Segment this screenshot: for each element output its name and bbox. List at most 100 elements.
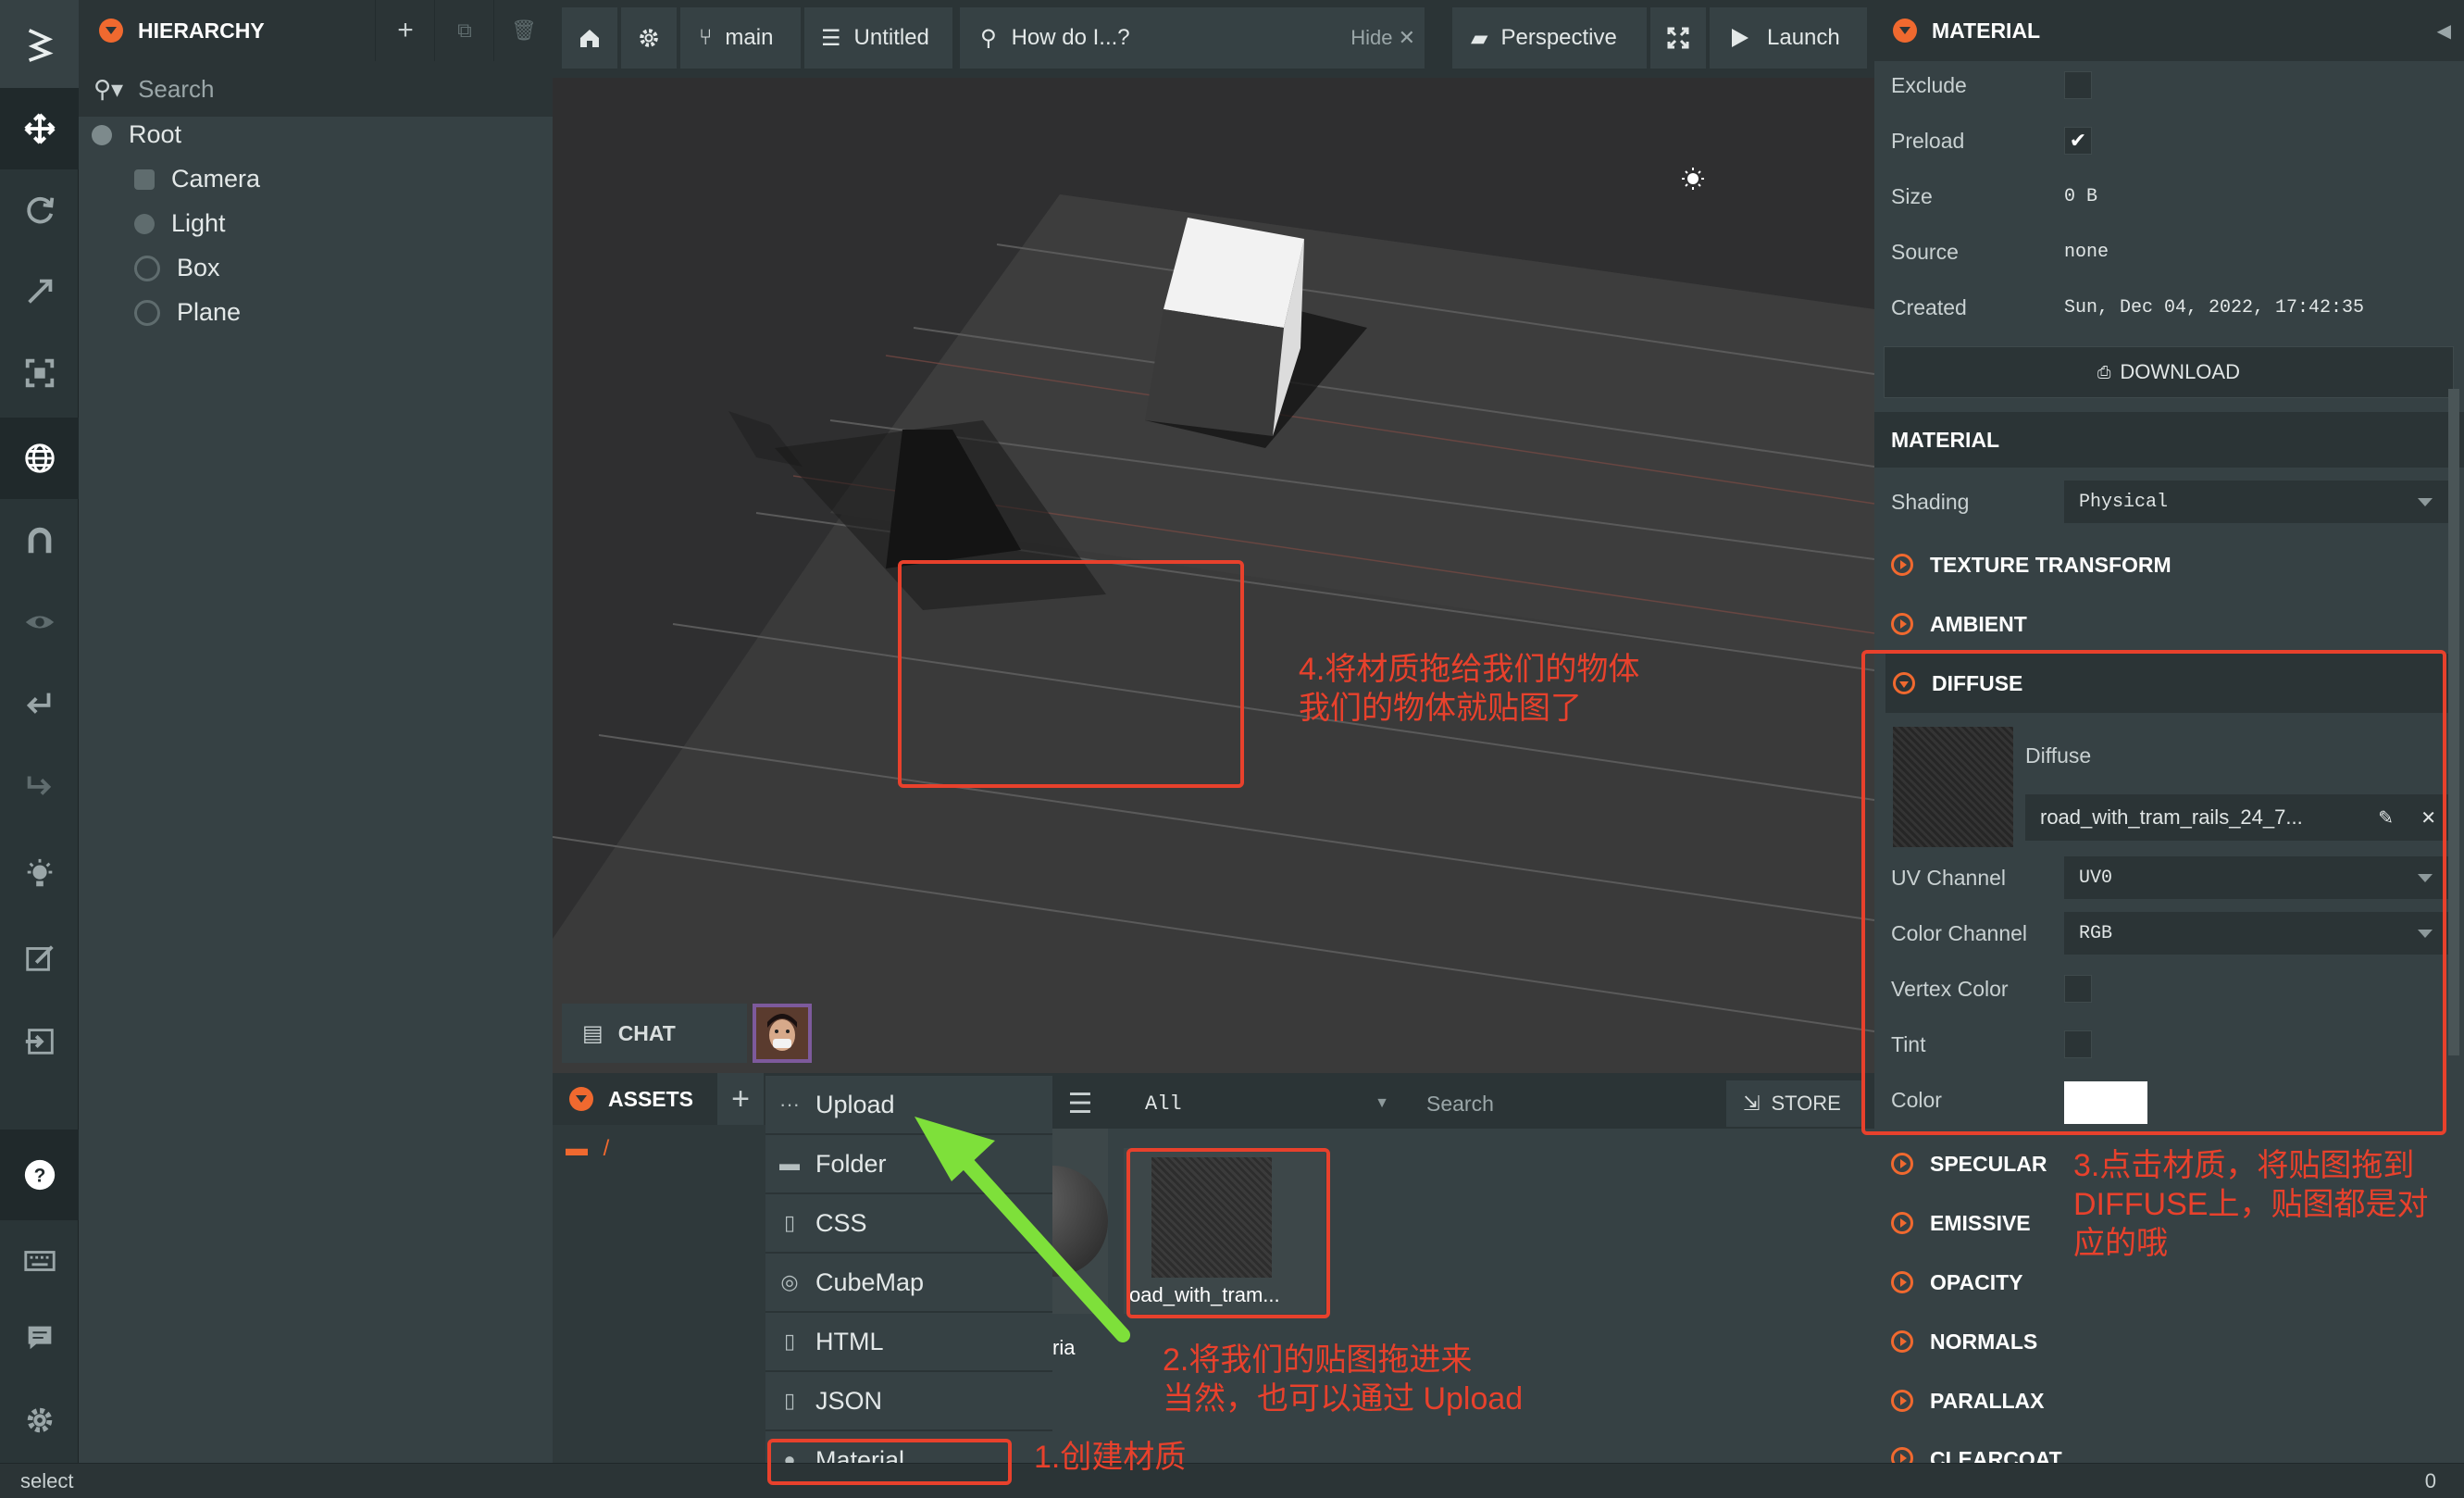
material-section-header: MATERIAL [1874, 412, 2464, 468]
svg-text:?: ? [33, 1166, 45, 1187]
file-icon: ▯ [783, 1389, 796, 1412]
light-bulb-icon [134, 213, 155, 234]
chevron-down-icon: ▼ [1375, 1095, 1389, 1111]
menu-item-cubemap[interactable]: ◎ CubeMap [765, 1254, 1052, 1313]
settings-gear-icon[interactable] [0, 1379, 79, 1461]
annotation-step3: 3.点击材质，将贴图拖到 DIFFUSE上，贴图都是对 应的哦 [2073, 1148, 2429, 1261]
camera-icon: ▰ [1471, 25, 1488, 51]
panel-collapse-icon[interactable]: ◀ [2437, 19, 2451, 43]
playcanvas-logo-icon[interactable] [0, 0, 79, 88]
preload-row: Preload ✔ [1874, 113, 2464, 169]
annotation-step4: 4.将材质拖给我们的物体 我们的物体就贴图了 [1299, 652, 1640, 726]
menu-item-folder[interactable]: ▬ Folder [765, 1135, 1052, 1194]
viewport-toolbar: ⑂ main ☰ Untitled ⚲ How do I...? Hide ✕ … [553, 0, 1874, 78]
gear-icon [640, 29, 658, 47]
source-row: Source none [1891, 239, 2109, 264]
branch-icon: ⑂ [699, 25, 713, 50]
menu-item-css[interactable]: ▯ CSS [765, 1194, 1052, 1254]
exclude-checkbox[interactable] [2064, 71, 2092, 99]
hierarchy-panel: HIERARCHY + ⧉ 🗑 ⚲▾ Search Root Camera Li… [79, 0, 553, 1463]
folder-icon: ▬ [779, 1152, 800, 1175]
tree-item-plane[interactable]: Plane [134, 298, 241, 327]
user-avatar[interactable] [753, 1004, 812, 1063]
search-icon: ⚲▾ [93, 74, 124, 103]
tree-item-box[interactable]: Box [134, 254, 220, 282]
world-space-icon[interactable] [0, 418, 79, 499]
scene-name-button[interactable]: ☰ Untitled [804, 7, 952, 69]
visibility-eye-icon[interactable] [0, 581, 79, 663]
shading-select[interactable]: Physical [2064, 481, 2449, 523]
hierarchy-search-field[interactable]: ⚲▾ Search [79, 61, 553, 117]
rotate-tool-icon[interactable] [0, 169, 79, 251]
delete-entity-icon[interactable]: 🗑 [493, 0, 554, 61]
cubemap-icon: ◎ [780, 1270, 799, 1293]
code-editor-icon[interactable] [0, 917, 79, 998]
resize-tool-icon[interactable] [0, 332, 79, 414]
search-icon: ⚲ [980, 25, 997, 51]
redo-icon[interactable] [0, 744, 79, 826]
keyboard-shortcuts-icon[interactable] [0, 1220, 79, 1302]
duplicate-entity-icon[interactable]: ⧉ [434, 0, 494, 61]
expand-icon [1891, 1153, 1913, 1175]
folder-root[interactable]: ▬ / [566, 1136, 609, 1162]
camera-select[interactable]: ▰ Perspective [1452, 7, 1647, 69]
home-button[interactable] [562, 7, 617, 69]
tree-item-light[interactable]: Light [134, 209, 226, 238]
annotation-box-texture [1126, 1148, 1330, 1318]
annotation-box-material [767, 1439, 1012, 1485]
expand-icon [1891, 613, 1913, 635]
camera-icon [134, 169, 155, 190]
tree-item-camera[interactable]: Camera [134, 165, 260, 193]
inspector-scrollbar[interactable] [2448, 389, 2459, 1055]
expand-icon [1891, 1271, 1913, 1293]
menu-item-upload[interactable]: ··· Upload [765, 1076, 1052, 1135]
left-toolbar: ? [0, 0, 79, 1463]
preload-checkbox[interactable]: ✔ [2064, 127, 2092, 155]
avatar [756, 1007, 808, 1059]
scale-tool-icon[interactable] [0, 251, 79, 332]
tree-item-root[interactable]: Root [92, 120, 181, 149]
hierarchy-title: HIERARCHY [138, 18, 265, 43]
asset-material-thumb[interactable]: ria [997, 1129, 1108, 1359]
inspector-header[interactable]: MATERIAL ◀ [1874, 0, 2464, 61]
menu-item-json[interactable]: ▯ JSON [765, 1372, 1052, 1431]
undo-icon[interactable] [0, 663, 79, 744]
store-button[interactable]: ⇲ STORE [1726, 1080, 1865, 1127]
list-view-icon[interactable]: ☰ [1054, 1080, 1106, 1127]
fullscreen-button[interactable] [1650, 7, 1706, 69]
lightmapper-bulb-icon[interactable] [0, 833, 79, 915]
scene-settings-button[interactable] [621, 7, 677, 69]
feedback-icon[interactable] [0, 1296, 79, 1378]
size-row: Size 0 B [1891, 183, 2098, 208]
snap-magnet-icon[interactable] [0, 500, 79, 581]
annotation-step2: 2.将我们的贴图拖进来 当然，也可以通过 Upload [1163, 1342, 1524, 1417]
help-search-field[interactable]: ⚲ How do I...? Hide ✕ [960, 7, 1425, 69]
asset-search-input[interactable]: Search [1413, 1080, 1645, 1127]
branch-button[interactable]: ⑂ main [680, 7, 801, 69]
model-icon [134, 299, 160, 326]
translate-tool-icon[interactable] [0, 88, 79, 169]
collapse-icon[interactable] [1893, 19, 1917, 43]
collapse-icon[interactable] [569, 1087, 593, 1111]
launch-button[interactable]: Launch [1710, 7, 1867, 69]
add-asset-button[interactable]: + [717, 1073, 764, 1125]
publish-icon[interactable] [0, 1000, 79, 1081]
annotation-box-diffuse [1861, 650, 2446, 1135]
section-texture-transform[interactable]: TEXTURE TRANSFORM [1874, 535, 2464, 594]
help-icon[interactable]: ? [0, 1130, 79, 1220]
folder-tree: ▬ / [553, 1125, 765, 1463]
collapse-icon[interactable] [99, 19, 123, 43]
section-parallax[interactable]: PARALLAX [1874, 1371, 2464, 1430]
entity-icon [92, 124, 112, 145]
hide-help-button[interactable]: Hide ✕ [1350, 26, 1415, 50]
list-icon: ☰ [821, 25, 841, 51]
add-entity-button[interactable]: + [375, 0, 435, 61]
menu-item-html[interactable]: ▯ HTML [765, 1313, 1052, 1372]
status-count: 0 [2424, 1469, 2436, 1492]
section-ambient[interactable]: AMBIENT [1874, 594, 2464, 654]
download-button[interactable]: ⎙ DOWNLOAD [1884, 346, 2454, 398]
section-normals[interactable]: NORMALS [1874, 1312, 2464, 1371]
asset-filter-select[interactable]: All ▼ [1119, 1080, 1406, 1127]
folder-icon: ▬ [566, 1136, 588, 1161]
chat-button[interactable]: ▤ CHAT [562, 1004, 747, 1063]
